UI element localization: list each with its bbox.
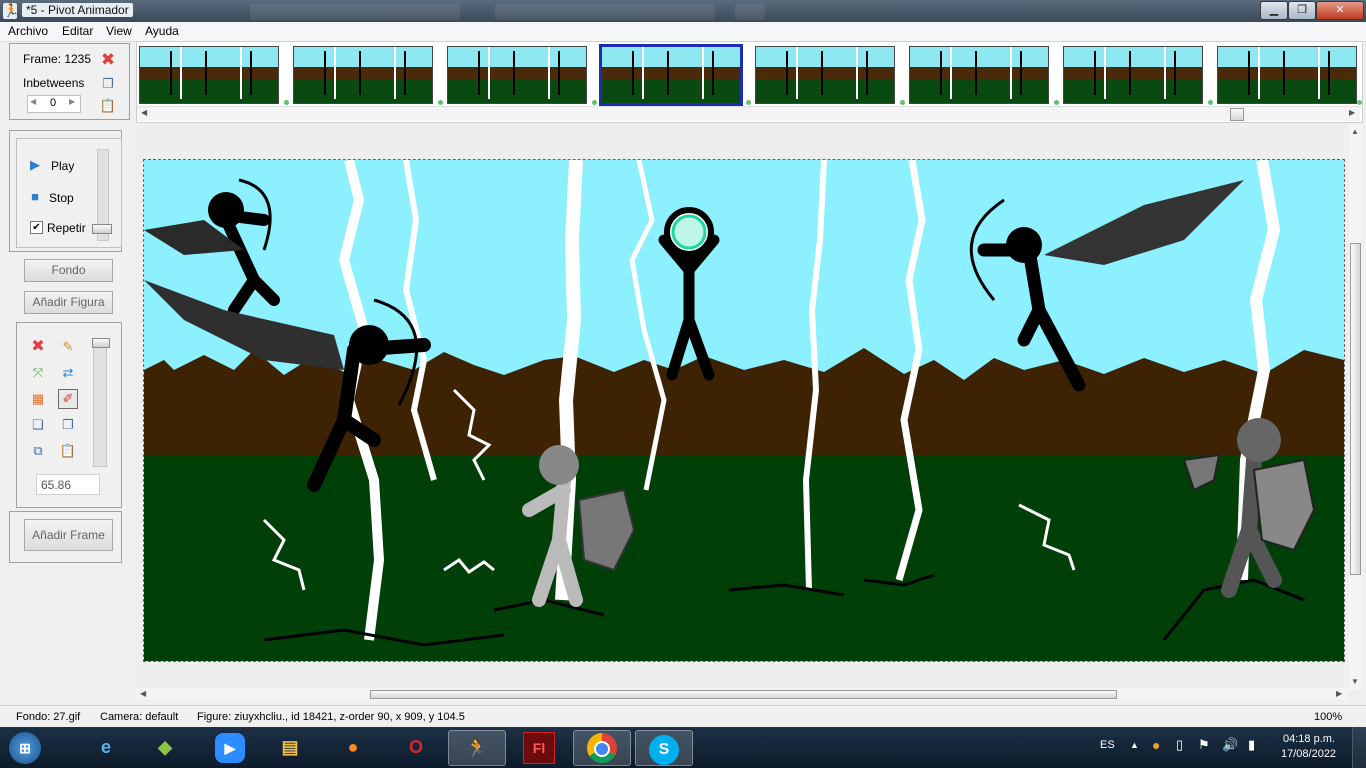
menu-archivo[interactable]: Archivo [8, 24, 48, 38]
firefox-icon[interactable]: ● [325, 730, 381, 764]
pivot-animator-icon[interactable]: 🏃 [448, 730, 506, 766]
scale-figure-icon[interactable]: ⤧ [29, 364, 47, 382]
scroll-left-icon[interactable]: ◀ [140, 689, 146, 698]
language-indicator[interactable]: ES [1100, 739, 1115, 751]
playback-panel: ▶ Play ■ Stop ✔ Repetir [9, 130, 122, 252]
stage-scene [144, 160, 1344, 661]
close-button[interactable]: ✕ [1316, 1, 1364, 20]
animation-stage[interactable] [143, 159, 1345, 662]
figure-tools-panel: ✖ ✎ ⤧ ⇄ ▦ ✐ ❏ ❐ ⧉ 📋 65.86 [16, 322, 122, 508]
frame-thumbnail[interactable] [1217, 46, 1357, 104]
frame-thumbnail[interactable] [909, 46, 1049, 104]
menu-editar[interactable]: Editar [62, 24, 93, 38]
add-frame-button[interactable]: Añadir Frame [24, 519, 113, 551]
brush-figure-icon[interactable]: ✐ [58, 389, 78, 409]
edit-figure-icon[interactable]: ✎ [59, 338, 77, 356]
inbetweens-label: Inbetweens [23, 76, 85, 90]
status-background: Fondo: 27.gif [16, 711, 81, 723]
scroll-up-icon[interactable]: ▲ [1351, 127, 1359, 136]
spinner-right-icon[interactable]: ▶ [69, 97, 75, 106]
clock-date[interactable]: 17/08/2022 [1281, 748, 1336, 760]
vertical-scroll-thumb[interactable] [1350, 243, 1361, 575]
speed-slider-handle[interactable] [92, 224, 112, 234]
copy-figure-icon[interactable]: ⧉ [29, 442, 47, 460]
clock-time[interactable]: 04:18 p.m. [1283, 733, 1335, 745]
menu-bar: Archivo Editar View Ayuda [0, 22, 1366, 42]
copy-frame-icon[interactable]: ❐ [99, 75, 117, 93]
canvas-vertical-scrollbar[interactable]: ▲ ▼ [1349, 125, 1361, 690]
frame-thumbnail-selected[interactable] [599, 44, 743, 106]
flip-figure-icon[interactable]: ⇄ [59, 364, 77, 382]
play-button[interactable]: Play [51, 159, 74, 173]
horizontal-scroll-thumb[interactable] [370, 690, 1117, 699]
start-orb-icon[interactable]: ⊞ [0, 730, 50, 764]
opera-icon[interactable]: O [388, 730, 444, 764]
paste-figure-icon[interactable]: 📋 [59, 442, 77, 460]
frame-thumbnail[interactable] [447, 46, 587, 104]
status-bar: Fondo: 27.gif Camera: default Figure: zi… [0, 705, 1366, 728]
add-frame-panel: Añadir Frame [9, 511, 122, 563]
background-button[interactable]: Fondo [24, 259, 113, 282]
figure-slider[interactable] [93, 340, 107, 467]
menu-ayuda[interactable]: Ayuda [145, 24, 179, 38]
zoom-icon[interactable]: ▶ [202, 730, 258, 764]
status-figure: Figure: ziuyxhcliu., id 18421, z-order 9… [197, 711, 465, 723]
internet-explorer-icon[interactable]: e [78, 730, 134, 764]
delete-frame-icon[interactable]: ✖ [99, 51, 117, 69]
figure-slider-handle[interactable] [92, 338, 110, 348]
timeline-scroll-thumb[interactable] [1230, 108, 1244, 121]
frame-timeline[interactable]: ◀ ▶ [136, 41, 1363, 123]
bring-front-icon[interactable]: ❐ [59, 416, 77, 434]
status-zoom: 100% [1314, 711, 1343, 723]
frame-thumbnail[interactable] [139, 46, 279, 104]
scroll-right-icon[interactable]: ▶ [1349, 108, 1355, 117]
status-camera: Camera: default [100, 711, 179, 723]
title-bar: 🏃 *5 - Pivot Animador ▁ ❐ ✕ [0, 0, 1366, 22]
inbetweens-value[interactable]: 0 [50, 97, 56, 109]
color-figure-icon[interactable]: ▦ [29, 390, 47, 408]
device-icon[interactable]: ▯ [1176, 737, 1183, 753]
canvas-horizontal-scrollbar[interactable]: ◀ ▶ [136, 688, 1349, 700]
scroll-down-icon[interactable]: ▼ [1351, 677, 1359, 686]
frame-label: Frame: 1235 [23, 52, 92, 66]
app-icon: 🏃 [3, 3, 20, 19]
flash-icon[interactable]: Fl [511, 730, 567, 764]
file-explorer-icon[interactable]: ▤ [262, 730, 318, 764]
frame-panel: Frame: 1235 ✖ Inbetweens ❐ ◀ 0 ▶ 📋 [9, 43, 130, 120]
figure-value-field[interactable]: 65.86 [36, 474, 100, 495]
scroll-right-icon[interactable]: ▶ [1336, 689, 1342, 698]
window-title: *5 - Pivot Animador [22, 3, 133, 17]
minimize-button[interactable]: ▁ [1260, 1, 1288, 20]
maximize-button[interactable]: ❐ [1288, 1, 1316, 20]
play-icon[interactable]: ▶ [26, 156, 44, 174]
stop-icon[interactable]: ■ [26, 188, 44, 206]
frame-thumbnail[interactable] [755, 46, 895, 104]
minecraft-icon[interactable]: ◆ [137, 730, 193, 764]
inbetweens-spinner[interactable]: ◀ 0 ▶ [27, 95, 81, 113]
delete-figure-icon[interactable]: ✖ [29, 338, 47, 356]
show-desktop-button[interactable] [1352, 727, 1366, 768]
stop-button[interactable]: Stop [49, 191, 74, 205]
chrome-icon[interactable] [573, 730, 631, 766]
menu-view[interactable]: View [106, 24, 132, 38]
figure-value[interactable]: 65.86 [41, 478, 71, 492]
scroll-left-icon[interactable]: ◀ [141, 108, 147, 117]
spinner-left-icon[interactable]: ◀ [30, 97, 36, 106]
skype-icon[interactable]: S [635, 730, 693, 766]
network-icon[interactable]: ▮ [1248, 737, 1255, 753]
taskbar: ⊞ e ◆ ▶ ▤ ● O 🏃 Fl S ES ▲ ● ▯ ⚑ 🔊 ▮ 04:1… [0, 727, 1366, 768]
send-back-icon[interactable]: ❏ [29, 416, 47, 434]
frame-thumbnail[interactable] [293, 46, 433, 104]
paste-frame-icon[interactable]: 📋 [99, 97, 117, 115]
action-center-flag-icon[interactable]: ⚑ [1198, 737, 1210, 753]
timeline-scrollbar[interactable]: ◀ ▶ [137, 106, 1360, 121]
tray-expand-icon[interactable]: ▲ [1130, 740, 1139, 750]
volume-icon[interactable]: 🔊 [1222, 737, 1238, 753]
add-figure-button[interactable]: Añadir Figura [24, 291, 113, 314]
repeat-label: Repetir [47, 221, 86, 235]
repeat-checkbox[interactable]: ✔ [30, 221, 43, 234]
tray-app-icon[interactable]: ● [1152, 737, 1160, 753]
frame-thumbnail[interactable] [1063, 46, 1203, 104]
